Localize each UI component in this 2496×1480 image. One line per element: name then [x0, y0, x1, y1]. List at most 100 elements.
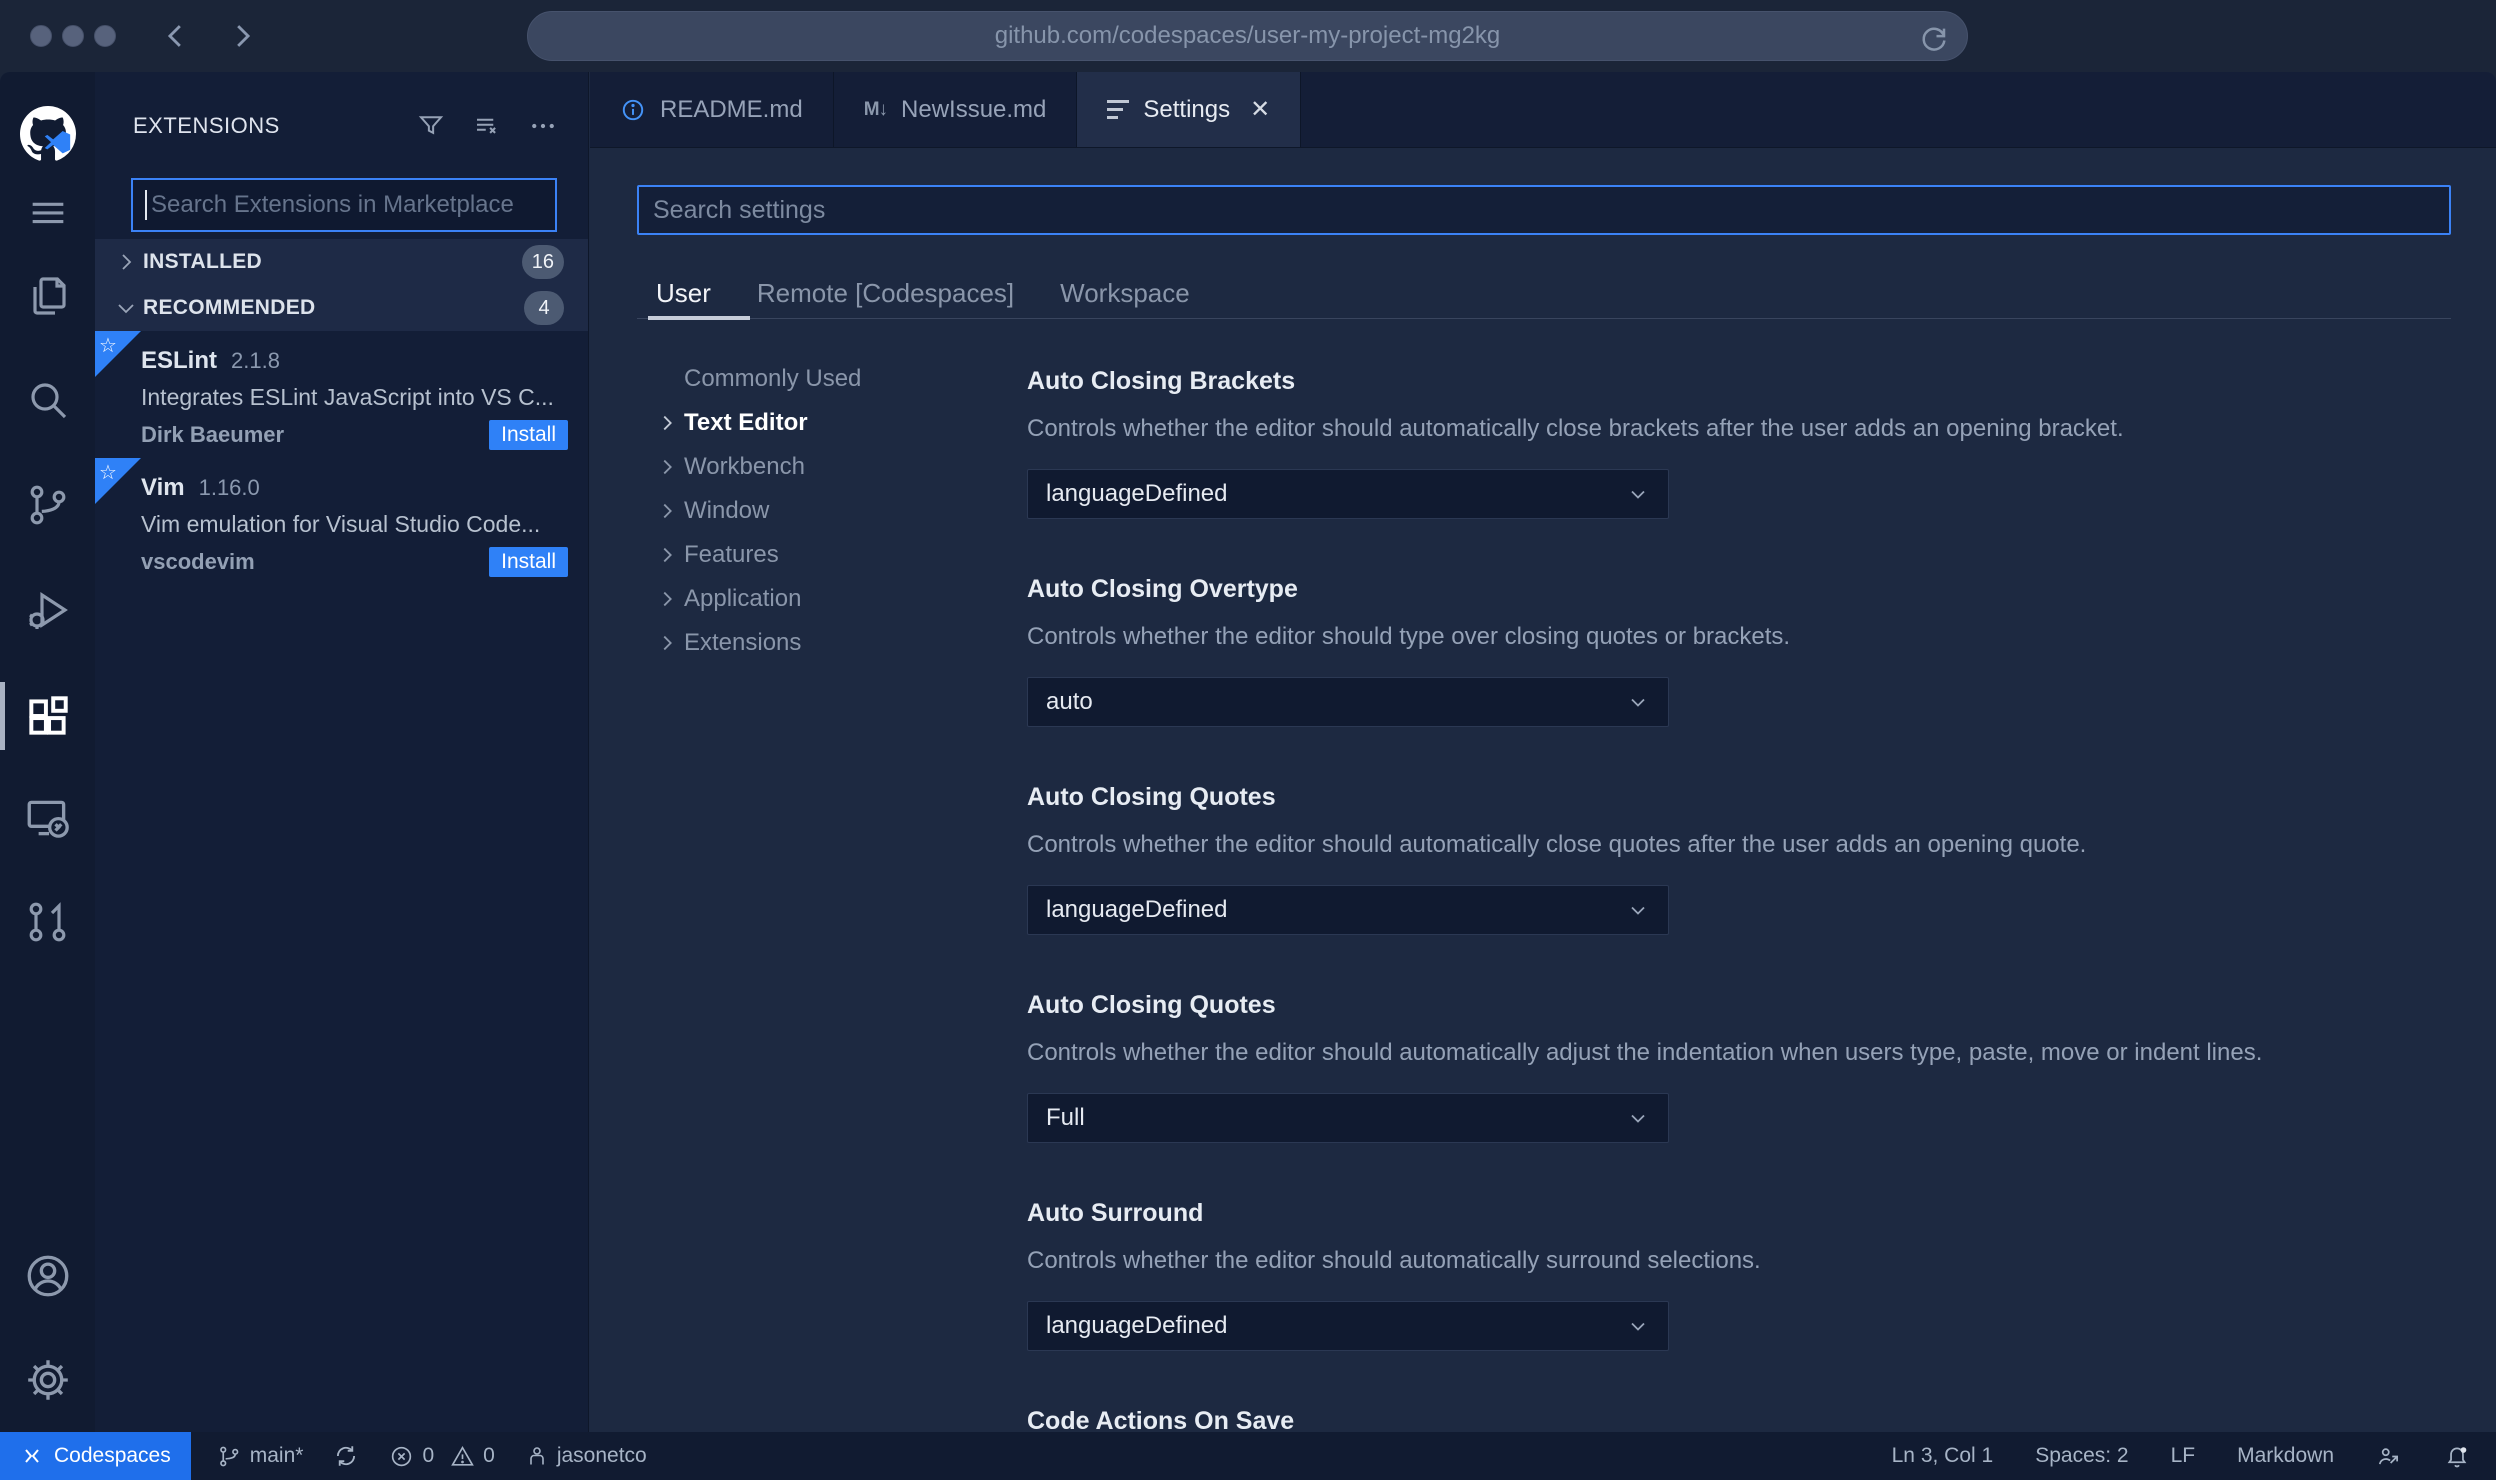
chevron-down-icon [1626, 1106, 1650, 1130]
indentation[interactable]: Spaces: 2 [2035, 1444, 2128, 1468]
pull-requests-icon[interactable] [0, 882, 95, 962]
scope-tab-user[interactable]: User [656, 278, 711, 309]
account-icon[interactable] [0, 1236, 95, 1316]
window-controls[interactable] [30, 25, 116, 47]
more-actions-icon[interactable] [528, 111, 558, 141]
menu-icon[interactable] [0, 172, 95, 252]
settings-gear-icon[interactable] [0, 1340, 95, 1420]
chevron-down-icon [1626, 690, 1650, 714]
run-debug-icon[interactable] [0, 570, 95, 650]
section-installed[interactable]: INSTALLED 16 [95, 239, 588, 285]
install-button[interactable]: Install [489, 420, 568, 450]
chevron-down-icon [109, 296, 143, 320]
toc-window[interactable]: Window [650, 489, 1020, 533]
section-recommended[interactable]: RECOMMENDED 4 [95, 285, 588, 331]
settings-scope-tabs: User Remote [Codespaces] Workspace [656, 278, 1190, 309]
recommended-ribbon-icon: ☆ [95, 458, 141, 504]
browser-back-icon[interactable] [160, 19, 194, 53]
installed-count-badge: 16 [521, 245, 564, 279]
chevron-right-icon [650, 456, 684, 478]
window-control-dot[interactable] [62, 25, 84, 47]
filter-icon[interactable] [416, 111, 446, 141]
tab-label: NewIssue.md [901, 95, 1047, 123]
activity-bar [0, 72, 95, 1432]
warnings-icon [451, 1445, 474, 1466]
errors-icon [392, 1446, 412, 1466]
setting-auto-closing-quotes: Auto Closing Quotes Controls whether the… [1027, 781, 2456, 935]
notifications-bell-icon[interactable] [2444, 1443, 2470, 1469]
problems-status[interactable]: 0 0 [389, 1444, 495, 1469]
setting-select[interactable]: languageDefined [1027, 885, 1669, 935]
settings-search-input[interactable] [653, 195, 2435, 225]
toc-text-editor[interactable]: Text Editor [650, 401, 1020, 445]
scope-tab-workspace[interactable]: Workspace [1060, 278, 1190, 309]
extension-card-vim[interactable]: ☆ Vim 1.16.0 Vim emulation for Visual St… [95, 458, 588, 585]
tab-readme[interactable]: README.md [590, 72, 834, 147]
toc-extensions[interactable]: Extensions [650, 621, 1020, 665]
remote-icon [25, 1449, 39, 1463]
explorer-icon[interactable] [0, 256, 95, 336]
language-mode[interactable]: Markdown [2237, 1444, 2334, 1468]
tab-label: Settings [1143, 95, 1231, 123]
setting-title: Auto Closing Brackets [1027, 367, 1296, 395]
search-icon[interactable] [0, 360, 95, 440]
browser-chrome: github.com/codespaces/user-my-project-mg… [0, 0, 2496, 72]
recommended-ribbon-icon: ☆ [95, 331, 141, 377]
codespaces-remote-button[interactable]: Codespaces [0, 1432, 191, 1480]
address-bar[interactable]: github.com/codespaces/user-my-project-mg… [527, 11, 1968, 61]
branch-status[interactable]: main* [217, 1444, 303, 1469]
close-icon[interactable]: ✕ [1250, 95, 1270, 124]
extensions-icon[interactable] [0, 676, 95, 756]
section-label: INSTALLED [143, 250, 262, 273]
extension-name: ESLint [141, 347, 217, 374]
tab-settings[interactable]: Settings ✕ [1077, 72, 1302, 147]
setting-description: Controls whether the editor should type … [1027, 623, 1791, 650]
browser-forward-icon[interactable] [224, 19, 258, 53]
toc-features[interactable]: Features [650, 533, 1020, 577]
setting-select[interactable]: languageDefined [1027, 469, 1669, 519]
scope-tab-remote[interactable]: Remote [Codespaces] [757, 278, 1014, 309]
reload-icon[interactable] [1919, 23, 1949, 53]
window-control-dot[interactable] [94, 25, 116, 47]
tab-label: README.md [660, 95, 803, 123]
chevron-right-icon [650, 544, 684, 566]
setting-select[interactable]: Full [1027, 1093, 1669, 1143]
source-control-icon[interactable] [0, 465, 95, 545]
vscode-window: EXTENSIONS INSTALLED 16 RECOMMENDED 4 [0, 72, 2496, 1480]
setting-description: Controls whether the editor should autom… [1027, 415, 2124, 442]
setting-select[interactable]: languageDefined [1027, 1301, 1669, 1351]
setting-description: Controls whether the editor should autom… [1027, 1247, 1761, 1274]
sidebar-title: EXTENSIONS [133, 113, 280, 138]
remote-explorer-icon[interactable] [0, 778, 95, 858]
branch-icon [219, 1446, 239, 1466]
settings-search[interactable] [637, 185, 2451, 235]
user-status[interactable]: jasonetco [525, 1444, 647, 1468]
chevron-right-icon [109, 250, 143, 274]
setting-auto-closing-brackets: Auto Closing Brackets Controls whether t… [1027, 365, 2456, 519]
toc-application[interactable]: Application [650, 577, 1020, 621]
extension-card-eslint[interactable]: ☆ ESLint 2.1.8 Integrates ESLint JavaScr… [95, 331, 588, 458]
settings-list: Auto Closing Brackets Controls whether t… [1027, 357, 2456, 1432]
extensions-search-input[interactable] [151, 191, 543, 219]
chevron-down-icon [1626, 898, 1650, 922]
sync-button[interactable] [333, 1443, 359, 1469]
window-control-dot[interactable] [30, 25, 52, 47]
setting-select[interactable]: auto [1027, 677, 1669, 727]
chevron-down-icon [1626, 1314, 1650, 1338]
person-icon [530, 1447, 544, 1465]
install-button[interactable]: Install [489, 547, 568, 577]
setting-title: Auto Closing Overtype [1027, 575, 1298, 603]
text-cursor [145, 190, 147, 220]
setting-description: Controls whether the editor should autom… [1027, 1039, 2263, 1066]
feedback-icon[interactable] [2376, 1443, 2402, 1469]
toc-commonly-used[interactable]: Commonly Used [650, 357, 1020, 401]
extensions-sidebar: EXTENSIONS INSTALLED 16 RECOMMENDED 4 [95, 72, 589, 1432]
extension-version: 1.16.0 [198, 475, 260, 500]
setting-description: Controls whether the editor should autom… [1027, 831, 2087, 858]
cursor-position[interactable]: Ln 3, Col 1 [1892, 1444, 1994, 1468]
eol-sequence[interactable]: LF [2171, 1444, 2196, 1468]
extensions-search[interactable] [131, 178, 557, 232]
clear-extensions-icon[interactable] [472, 111, 502, 141]
tab-newissue[interactable]: M↓ NewIssue.md [834, 72, 1078, 147]
toc-workbench[interactable]: Workbench [650, 445, 1020, 489]
